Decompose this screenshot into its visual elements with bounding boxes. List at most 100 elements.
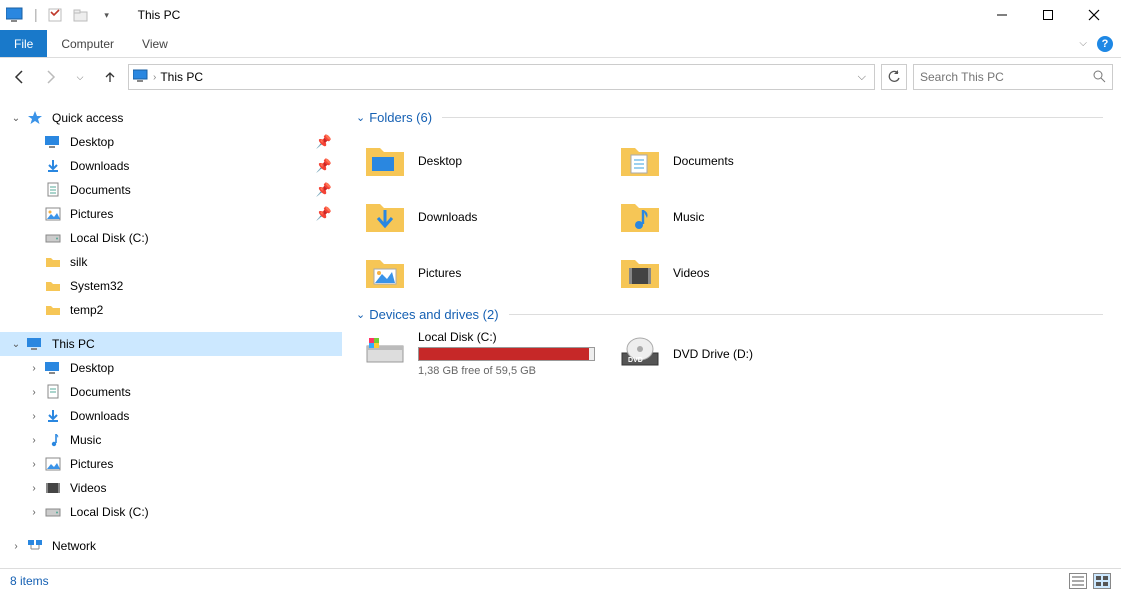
maximize-button[interactable] bbox=[1025, 0, 1071, 30]
chevron-right-icon[interactable]: › bbox=[28, 459, 40, 470]
folder-tile-downloads[interactable]: Downloads bbox=[356, 189, 611, 245]
chevron-right-icon[interactable]: › bbox=[28, 411, 40, 422]
sidebar-item-pc-downloads[interactable]: › Downloads bbox=[0, 404, 342, 428]
sidebar-item-label: Documents bbox=[70, 385, 131, 399]
chevron-down-icon[interactable]: ⌄ bbox=[356, 308, 365, 321]
ribbon: File Computer View ⌵ ? bbox=[0, 30, 1121, 58]
qat-newfolder-icon[interactable] bbox=[70, 4, 92, 26]
drive-tile-dvd[interactable]: DVD DVD Drive (D:) bbox=[611, 330, 866, 377]
group-header-label: Folders (6) bbox=[369, 110, 432, 125]
ribbon-tab-view[interactable]: View bbox=[128, 30, 182, 57]
folder-tile-pictures[interactable]: Pictures bbox=[356, 245, 611, 301]
this-pc-icon bbox=[133, 69, 149, 85]
videos-folder-icon bbox=[619, 252, 661, 294]
tile-label: Documents bbox=[673, 154, 734, 168]
drive-label: DVD Drive (D:) bbox=[673, 347, 753, 361]
ribbon-collapse-chevron-icon[interactable]: ⌵ bbox=[1079, 38, 1087, 49]
view-details-button[interactable] bbox=[1069, 573, 1087, 589]
sidebar-item-pc-videos[interactable]: › Videos bbox=[0, 476, 342, 500]
chevron-right-icon[interactable]: › bbox=[10, 541, 22, 552]
sidebar-item-temp2[interactable]: › temp2 bbox=[0, 298, 342, 322]
sidebar-item-localdisk[interactable]: › Local Disk (C:) bbox=[0, 226, 342, 250]
folder-icon bbox=[44, 253, 62, 271]
sidebar-this-pc[interactable]: ⌄ This PC bbox=[0, 332, 342, 356]
sidebar-quick-access[interactable]: ⌄ Quick access bbox=[0, 106, 342, 130]
navigation-pane: ⌄ Quick access › Desktop 📌 › Downloads 📌… bbox=[0, 96, 342, 568]
ribbon-tab-computer[interactable]: Computer bbox=[47, 30, 128, 57]
search-input[interactable] bbox=[920, 70, 1092, 84]
chevron-down-icon[interactable]: ⌄ bbox=[10, 113, 22, 124]
refresh-button[interactable] bbox=[881, 64, 907, 90]
group-header-drives[interactable]: ⌄ Devices and drives (2) bbox=[356, 307, 1103, 322]
sidebar-item-pc-music[interactable]: › Music bbox=[0, 428, 342, 452]
tile-label: Desktop bbox=[418, 154, 462, 168]
sidebar-item-pc-pictures[interactable]: › Pictures bbox=[0, 452, 342, 476]
chevron-right-icon[interactable]: › bbox=[28, 435, 40, 446]
sidebar-item-label: Documents bbox=[70, 183, 131, 197]
sidebar-item-pc-localdisk[interactable]: › Local Disk (C:) bbox=[0, 500, 342, 524]
sidebar-item-label: Local Disk (C:) bbox=[70, 505, 149, 519]
folder-tile-videos[interactable]: Videos bbox=[611, 245, 866, 301]
address-bar[interactable]: › This PC ⌵ bbox=[128, 64, 875, 90]
disk-icon bbox=[44, 503, 62, 521]
folder-tile-documents[interactable]: Documents bbox=[611, 133, 866, 189]
back-button[interactable] bbox=[8, 65, 32, 89]
sidebar-item-label: This PC bbox=[52, 337, 95, 351]
sidebar-item-label: Downloads bbox=[70, 159, 129, 173]
sidebar-item-pc-documents[interactable]: › Documents bbox=[0, 380, 342, 404]
minimize-button[interactable] bbox=[979, 0, 1025, 30]
chevron-right-icon[interactable]: › bbox=[28, 483, 40, 494]
group-divider bbox=[442, 117, 1103, 118]
sidebar-item-silk[interactable]: › silk bbox=[0, 250, 342, 274]
desktop-folder-icon bbox=[364, 140, 406, 182]
sidebar-item-label: Music bbox=[70, 433, 101, 447]
sidebar-item-system32[interactable]: › System32 bbox=[0, 274, 342, 298]
search-icon[interactable] bbox=[1092, 69, 1106, 86]
address-dropdown-icon[interactable]: ⌵ bbox=[858, 71, 866, 84]
app-icon bbox=[4, 4, 26, 26]
chevron-right-icon[interactable]: › bbox=[28, 507, 40, 518]
chevron-down-icon[interactable]: ⌄ bbox=[356, 111, 365, 124]
sidebar-item-pictures[interactable]: › Pictures 📌 bbox=[0, 202, 342, 226]
drive-capacity-bar bbox=[418, 347, 595, 361]
up-button[interactable] bbox=[98, 65, 122, 89]
title-bar: | ▾ This PC bbox=[0, 0, 1121, 30]
qat-separator: | bbox=[34, 6, 38, 22]
pictures-folder-icon bbox=[364, 252, 406, 294]
sidebar-item-documents[interactable]: › Documents 📌 bbox=[0, 178, 342, 202]
downloads-icon bbox=[44, 407, 62, 425]
help-icon[interactable]: ? bbox=[1097, 36, 1113, 52]
content-pane: ⌄ Folders (6) Desktop Documents Download… bbox=[342, 96, 1121, 568]
group-divider bbox=[509, 314, 1103, 315]
sidebar-network[interactable]: › Network bbox=[0, 534, 342, 558]
qat-dropdown-icon[interactable]: ▾ bbox=[96, 4, 118, 26]
svg-text:DVD: DVD bbox=[628, 357, 643, 364]
downloads-folder-icon bbox=[364, 196, 406, 238]
close-button[interactable] bbox=[1071, 0, 1117, 30]
forward-button[interactable] bbox=[38, 65, 62, 89]
folder-tile-music[interactable]: Music bbox=[611, 189, 866, 245]
tile-label: Videos bbox=[673, 266, 709, 280]
drive-tile-localdisk[interactable]: Local Disk (C:) 1,38 GB free of 59,5 GB bbox=[356, 330, 611, 377]
chevron-right-icon[interactable]: › bbox=[28, 387, 40, 398]
chevron-right-icon[interactable]: › bbox=[153, 72, 156, 83]
recent-locations-dropdown[interactable]: ⌵ bbox=[68, 65, 92, 89]
sidebar-item-desktop[interactable]: › Desktop 📌 bbox=[0, 130, 342, 154]
dvd-drive-icon: DVD bbox=[619, 333, 661, 375]
chevron-down-icon[interactable]: ⌄ bbox=[10, 339, 22, 350]
chevron-right-icon[interactable]: › bbox=[28, 363, 40, 374]
documents-icon bbox=[44, 181, 62, 199]
sidebar-item-label: Desktop bbox=[70, 361, 114, 375]
sidebar-item-pc-desktop[interactable]: › Desktop bbox=[0, 356, 342, 380]
sidebar-item-label: Videos bbox=[70, 481, 106, 495]
documents-folder-icon bbox=[619, 140, 661, 182]
folder-tile-desktop[interactable]: Desktop bbox=[356, 133, 611, 189]
pin-icon: 📌 bbox=[316, 182, 332, 198]
ribbon-file-tab[interactable]: File bbox=[0, 30, 47, 57]
qat-properties-icon[interactable] bbox=[44, 4, 66, 26]
address-text[interactable]: This PC bbox=[160, 70, 853, 84]
group-header-folders[interactable]: ⌄ Folders (6) bbox=[356, 110, 1103, 125]
sidebar-item-downloads[interactable]: › Downloads 📌 bbox=[0, 154, 342, 178]
search-box[interactable] bbox=[913, 64, 1113, 90]
view-large-icons-button[interactable] bbox=[1093, 573, 1111, 589]
